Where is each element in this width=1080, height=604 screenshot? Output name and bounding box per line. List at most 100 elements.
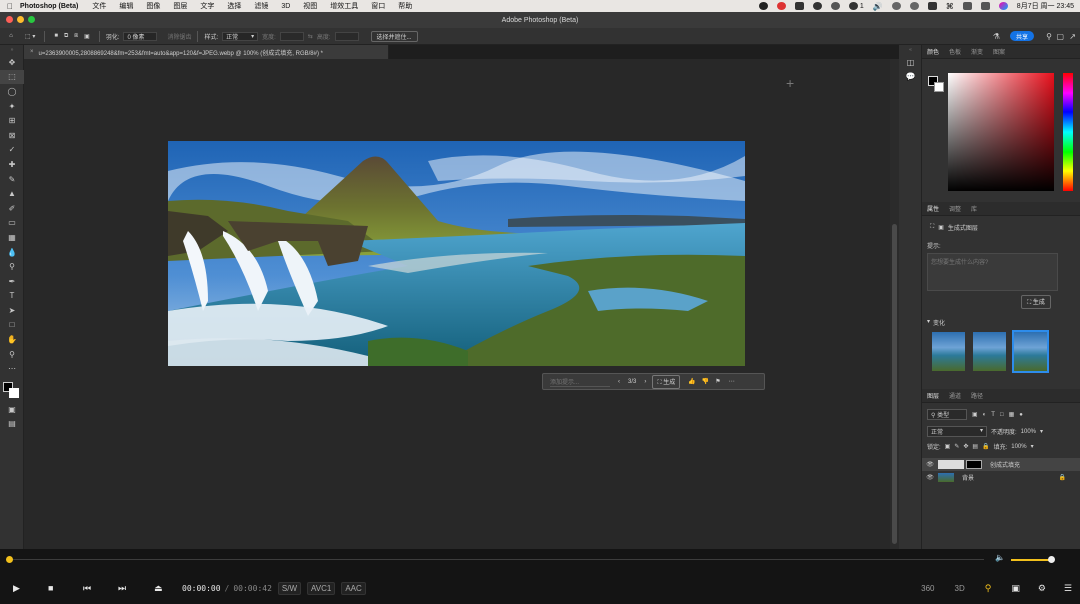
cloud-icon[interactable] [812,2,822,10]
keyboard-icon[interactable] [927,2,937,10]
close-window-icon[interactable] [6,16,13,23]
chevron-down-icon[interactable]: ▾ [1031,443,1034,450]
menu-image[interactable]: 图像 [146,1,160,11]
volume-icon[interactable]: 🔊 [873,2,883,11]
layer-name[interactable]: 背景 [962,473,974,482]
marquee-tool-preset-icon[interactable]: ⬚ ▾ [22,31,38,42]
app-menu[interactable]: Photoshop (Beta) [20,3,78,10]
visibility-eye-icon[interactable]: 👁 [922,474,938,481]
blend-mode-select[interactable]: 正常 ▾ [927,426,987,437]
chat-icon[interactable] [848,2,858,10]
menu-layer[interactable]: 图层 [173,1,187,11]
subtract-selection-icon[interactable]: ⧈ [71,31,81,42]
volume-slider[interactable] [1011,559,1051,561]
comments-panel-icon[interactable]: 💬 [899,69,922,83]
add-selection-icon[interactable]: ⧉ [61,31,71,42]
shape-filter-icon[interactable]: □ [1000,412,1004,418]
path-selection-tool-icon[interactable]: ➤ [0,303,24,318]
dodge-tool-icon[interactable]: ⚲ [0,259,24,274]
menu-type[interactable]: 文字 [200,1,214,11]
subtitle-search-icon[interactable]: ⚲ [985,583,992,594]
select-and-mask-button[interactable]: 选择并遮住... [370,30,418,42]
tab-paths[interactable]: 路径 [966,391,988,400]
edit-toolbar-icon[interactable]: ⋯ [0,361,24,376]
close-tab-icon[interactable]: × [30,49,34,55]
gradient-tool-icon[interactable]: ▦ [0,230,24,245]
prompt-textarea[interactable]: 您想要生成什么内容? [927,253,1058,291]
hue-slider[interactable] [1063,73,1073,191]
menu-select[interactable]: 选择 [227,1,241,11]
expand-icon[interactable]: ↗ [1069,32,1076,41]
antialias-checkbox[interactable]: 消除锯齿 [167,32,191,41]
layer-mask-thumbnail[interactable] [966,460,982,469]
menu-file[interactable]: 文件 [92,1,106,11]
background-color-swatch[interactable] [934,82,944,92]
rectangle-tool-icon[interactable]: □ [0,318,24,333]
eyedropper-tool-icon[interactable]: ✓ [0,143,24,158]
tab-gradients[interactable]: 渐变 [966,47,988,56]
siri-icon[interactable] [998,2,1008,10]
lasso-tool-icon[interactable]: ◯ [0,84,24,99]
healing-brush-tool-icon[interactable]: ✚ [0,157,24,172]
play-icon[interactable]: ▶ [13,583,35,594]
tab-layers[interactable]: 图层 [922,391,944,400]
visibility-eye-icon[interactable]: 👁 [922,461,938,468]
layer-row[interactable]: 👁 背景 🔒 [922,471,1080,484]
menubar-clock[interactable]: 8月7日 周一 23:45 [1017,1,1074,11]
properties-generate-button[interactable]: ⛶ 生成 [1021,295,1051,309]
record-icon[interactable] [758,2,768,10]
seek-handle[interactable] [6,556,13,563]
kind-filter-select[interactable]: ⚲ 类型 [927,409,967,420]
volume-icon[interactable]: 🔈 [995,553,1005,562]
width-input[interactable] [279,31,304,41]
lock-artboard-icon[interactable]: ▤ [972,443,978,450]
zoom-window-icon[interactable] [28,16,35,23]
wifi-icon[interactable]: ⌘ [946,2,954,11]
extension-icon[interactable] [794,2,804,10]
tab-channels[interactable]: 通道 [944,391,966,400]
chevron-down-icon[interactable]: ▾ [1040,428,1043,435]
menu-plugins[interactable]: 增效工具 [330,1,358,11]
scrollbar-thumb[interactable] [892,224,897,544]
music-icon[interactable] [830,2,840,10]
frame-tool-icon[interactable]: ⊠ [0,128,24,143]
globe-icon[interactable] [891,2,901,10]
panel-collapse-icon[interactable]: » [0,45,24,55]
flask-icon[interactable]: ⚗ [993,32,1000,41]
next-variation-icon[interactable]: › [644,379,646,385]
lock-transparency-icon[interactable]: ▣ [945,443,951,450]
generate-button[interactable]: ⛶ 生成 [652,374,681,389]
tab-adjustments[interactable]: 调整 [944,204,966,213]
playlist-menu-icon[interactable]: ☰ [1064,583,1072,594]
spotlight-icon[interactable] [962,2,972,10]
workspace-icon[interactable]: ▢ [1056,32,1064,41]
style-select[interactable]: 正常 ▾ [222,31,259,41]
screen-mode-icon[interactable]: ▤ [0,417,24,432]
zoom-tool-icon[interactable]: ⚲ [0,347,24,362]
move-tool-icon[interactable]: ✥ [0,55,24,70]
tab-libraries[interactable]: 库 [966,204,982,213]
marquee-tool-icon[interactable]: ⬚ [0,69,24,85]
3d-button[interactable]: 3D [955,584,965,593]
hand-tool-icon[interactable]: ✋ [0,332,24,347]
menu-window[interactable]: 窗口 [371,1,385,11]
background-swatch[interactable] [9,388,19,399]
variations-header[interactable]: ▾ 变化 [927,318,945,327]
settings-gear-icon[interactable]: ⚙ [1038,583,1046,594]
vr-360-button[interactable]: 360 [921,584,934,593]
pixel-filter-icon[interactable]: ▣ [972,411,978,418]
menu-view[interactable]: 视图 [303,1,317,11]
blur-tool-icon[interactable]: 💧 [0,245,24,260]
control-center-icon[interactable] [980,2,990,10]
type-tool-icon[interactable]: T [0,289,24,304]
more-options-icon[interactable]: ⋯ [729,378,735,385]
variation-thumbnail[interactable] [973,332,1006,371]
tab-properties[interactable]: 属性 [922,204,944,213]
layer-name[interactable]: 创成式填充 [990,460,1020,469]
lock-all-icon[interactable]: 🔒 [982,443,989,450]
volume-handle[interactable] [1047,556,1055,563]
brush-tool-icon[interactable]: ✎ [0,172,24,187]
history-brush-tool-icon[interactable]: ✐ [0,201,24,216]
learn-panel-icon[interactable]: ◫ [899,55,922,69]
new-selection-icon[interactable]: ■ [51,31,61,42]
